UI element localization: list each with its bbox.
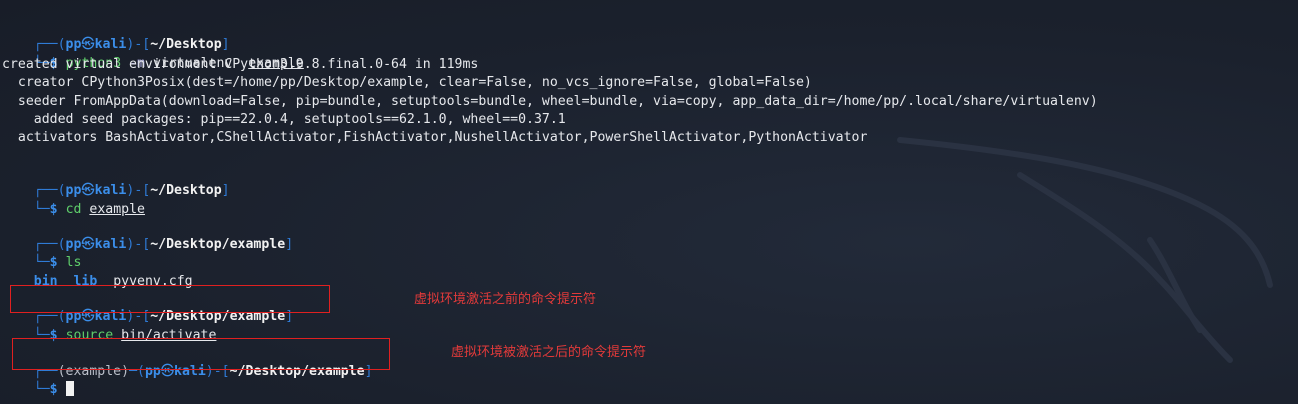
ls-output: bin lib pyvenv.cfg — [2, 255, 193, 289]
output-line: activators BashActivator,CShellActivator… — [2, 130, 868, 145]
prompt-host: kali — [94, 237, 127, 252]
text-cursor[interactable] — [65, 381, 74, 396]
prompt-line-1: ┌──(pp㉿kali)-[~/Desktop] — [33, 37, 230, 52]
skull-icon: ㉿ — [81, 237, 95, 252]
prompt-line-3: ┌──(pp㉿kali)-[~/Desktop/example] — [33, 237, 294, 252]
annotation-after: 虚拟环境被激活之后的命令提示符 — [451, 345, 647, 360]
output-line: creator CPython3Posix(dest=/home/pp/Desk… — [2, 75, 812, 90]
prompt-path: ~/Desktop/example — [150, 237, 286, 252]
output-line: seeder FromAppData(download=False, pip=b… — [2, 94, 1098, 109]
command-line-2: └─$ cd example — [33, 202, 145, 217]
command-line-3: └─$ ls — [33, 255, 82, 270]
prompt-path: ~/Desktop — [150, 183, 222, 198]
prompt-line-2: ┌──(pp㉿kali)-[~/Desktop] — [33, 183, 230, 198]
command-name: cd — [65, 202, 82, 217]
output-line: added seed packages: pip==22.0.4, setupt… — [2, 112, 566, 127]
highlight-box-before — [10, 285, 330, 313]
output-line: created virtual environment CPython3.9.8… — [2, 57, 479, 72]
command-arg: example — [89, 202, 145, 217]
prompt-dollar: $ — [49, 382, 58, 397]
annotation-before: 虚拟环境激活之前的命令提示符 — [414, 292, 597, 307]
prompt-dollar: $ — [49, 202, 58, 217]
command-line-1: └─$ python3 -m virtualenv example — [33, 56, 304, 71]
terminal-window[interactable]: ┌──(pp㉿kali)-[~/Desktop] └─$ python3 -m … — [0, 0, 1298, 404]
highlight-box-after — [12, 338, 390, 370]
